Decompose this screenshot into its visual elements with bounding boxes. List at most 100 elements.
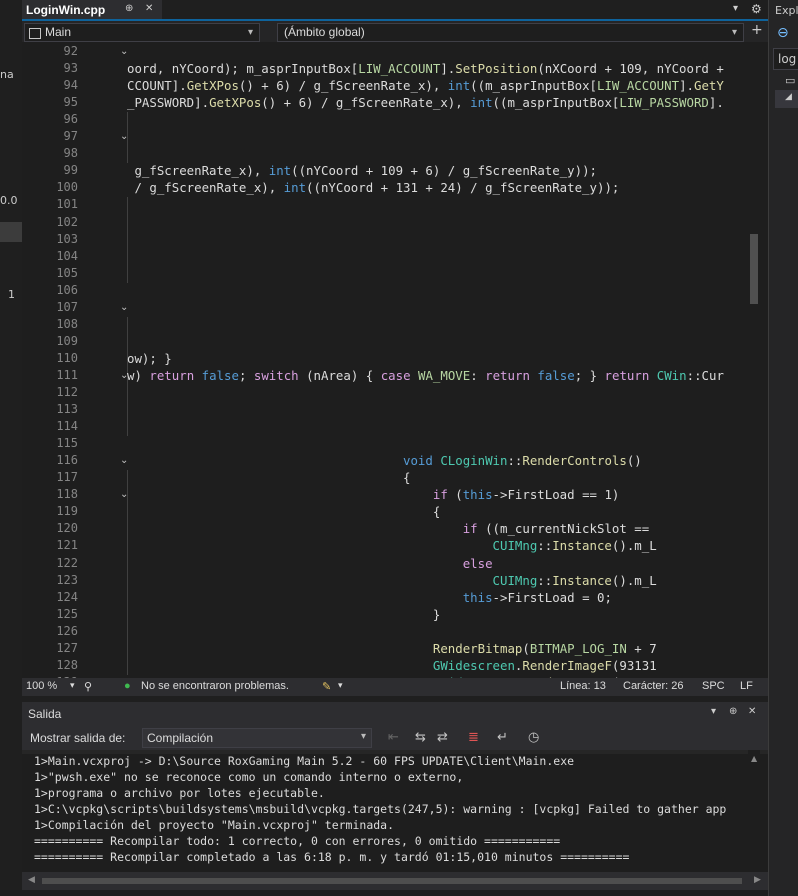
close-icon[interactable]: ✕ [748,706,756,717]
gear-icon[interactable]: ⚙ [751,2,762,16]
code-line[interactable]: } [127,607,440,622]
cursor-line[interactable]: Línea: 13 [560,680,606,692]
code-line[interactable]: void CLoginWin::RenderControls() [127,453,642,468]
tab-loginwin-cpp[interactable]: LoginWin.cpp ⊕ ✕ [22,0,162,20]
line-number: 111 [56,367,78,382]
issues-status[interactable]: No se encontraron problemas. [141,680,289,692]
goto-prev-message-icon[interactable]: ⇄ [437,730,448,745]
line-number: 100 [56,180,78,195]
chevron-down-icon[interactable]: ▾ [70,680,75,691]
line-number: 97 [63,129,78,144]
line-number: 108 [56,316,78,331]
scope-dropdown[interactable]: (Ámbito global) ▾ [277,23,744,42]
show-output-label: Mostrar salida de: [30,731,126,745]
line-number: 125 [56,606,78,621]
scrollbar-thumb[interactable] [42,878,742,884]
code-line[interactable]: g_fScreenRate_x), int((nYCoord + 109 + 6… [127,163,597,178]
output-vertical-scrollbar[interactable]: ▲ [748,750,760,872]
line-number: 98 [63,146,78,161]
line-number: 110 [56,350,78,365]
line-number: 115 [56,436,78,451]
code-line[interactable]: GWidescreen.RenderImageF(93131 [127,658,657,673]
code-line[interactable]: / g_fScreenRate_x), int((nYCoord + 131 +… [127,180,619,195]
explorer-title: Expl [775,4,798,17]
code-cleanup-icon[interactable]: ✎ [322,680,331,693]
line-number: 114 [56,419,78,434]
scroll-left-icon[interactable]: ◀ [28,875,35,885]
code-line[interactable]: CUIMng::Instance().m_L [127,538,657,553]
line-ending[interactable]: LF [740,680,753,692]
vertical-scrollbar[interactable] [748,42,760,678]
output-line: ========== Recompilar todo: 1 correcto, … [34,834,561,848]
line-number: 99 [63,163,78,178]
indent-mode[interactable]: SPC [702,680,725,692]
output-line: 1>Compilación del proyecto "Main.vcxproj… [34,818,395,832]
code-line[interactable]: ow); } [127,351,172,366]
line-number: 128 [56,657,78,672]
indent-guide [127,112,128,164]
code-line[interactable]: { [127,504,440,519]
expand-icon[interactable]: ◢ [785,92,792,102]
brush-icon[interactable]: ⚲ [84,680,92,693]
code-line[interactable]: oord, nYCoord); m_asprInputBox[LIW_ACCOU… [127,61,724,76]
output-horizontal-scrollbar[interactable]: ◀ ▶ [22,872,768,890]
solution-explorer-panel: Expl ⊖ log ▭ ◢ [768,0,798,896]
line-number: 120 [56,521,78,536]
goto-previous-icon[interactable]: ⇤ [388,730,399,745]
code-line[interactable]: if ((m_currentNickSlot == [127,521,650,536]
output-line: 1>Main.vcxproj -> D:\Source RoxGaming Ma… [34,754,575,768]
output-line: 1>programa o archivo por lotes ejecutabl… [34,786,325,800]
code-line[interactable]: if (this->FirstLoad == 1) [127,487,620,502]
left-sliver-text: 0.0 [0,194,18,207]
goto-next-message-icon[interactable]: ⇆ [415,730,426,745]
check-circle-icon: ● [124,680,131,692]
code-line[interactable]: w) return false; switch (nArea) { case W… [127,368,724,383]
clock-icon[interactable]: ◷ [528,730,539,745]
fold-toggle-icon[interactable]: ⌄ [120,302,128,313]
back-icon[interactable]: ⊖ [777,25,789,41]
folder-icon: ▭ [785,74,796,87]
output-line: ========== Recompilar completado a las 6… [34,850,630,864]
output-source-select[interactable]: Compilación ▾ [142,728,372,748]
code-line[interactable]: this->FirstLoad = 0; [127,590,612,605]
word-wrap-icon[interactable]: ↵ [497,730,508,745]
code-line[interactable]: _PASSWORD].GetXPos() + 6) / g_fScreenRat… [127,95,724,110]
output-line: 1>C:\vcpkg\scripts\buildsystems\msbuild\… [34,802,727,816]
left-sliver-text: na [0,68,14,81]
close-icon[interactable]: ✕ [145,3,153,14]
project-name: Main [45,25,72,39]
cursor-column[interactable]: Carácter: 26 [623,680,684,692]
pin-icon[interactable]: ⊕ [729,706,737,717]
line-number: 107 [56,299,78,314]
scroll-right-icon[interactable]: ▶ [754,875,761,885]
line-number: 112 [56,385,78,399]
line-number: 127 [56,640,78,655]
line-number: 123 [56,572,78,587]
scroll-up-icon[interactable]: ▲ [751,754,757,763]
output-text-area[interactable]: 1>Main.vcxproj -> D:\Source RoxGaming Ma… [22,750,768,872]
scrollbar-thumb[interactable] [750,234,758,304]
code-line[interactable]: { [127,470,410,485]
editor-status-bar: 100 % ▾ ⚲ ● No se encontraron problemas.… [22,678,768,696]
tab-list-dropdown-icon[interactable]: ▾ [733,3,738,14]
zoom-level[interactable]: 100 % [26,680,57,692]
pin-icon[interactable]: ⊕ [125,3,133,14]
clear-all-icon[interactable]: ≣ [468,730,479,745]
line-number: 102 [56,214,78,229]
chevron-down-icon[interactable]: ▾ [338,680,343,691]
line-number: 92 [63,44,78,58]
code-line[interactable]: CUIMng::Instance().m_L [127,573,657,588]
split-editor-icon[interactable]: + [751,22,763,38]
explorer-search-value: log [778,52,797,66]
code-line[interactable]: else [127,556,493,571]
project-dropdown[interactable]: Main ▾ [24,23,260,42]
output-panel-header: Salida ▾ ⊕ ✕ [22,702,768,726]
fold-toggle-icon[interactable]: ⌄ [120,46,128,57]
code-editor[interactable]: 92 ⌄ 93 94 95 96 97 ⌄ 98 99 100 101 102 103 104 105 106 1… [22,42,768,678]
code-line[interactable]: RenderBitmap(BITMAP_LOG_IN + 7 [127,641,657,656]
line-number: 101 [56,197,78,212]
code-line[interactable]: CCOUNT].GetXPos() + 6) / g_fScreenRate_x… [127,78,724,93]
explorer-search-input[interactable]: log [773,48,798,70]
line-number: 121 [56,538,78,553]
chevron-down-icon[interactable]: ▾ [711,706,716,717]
